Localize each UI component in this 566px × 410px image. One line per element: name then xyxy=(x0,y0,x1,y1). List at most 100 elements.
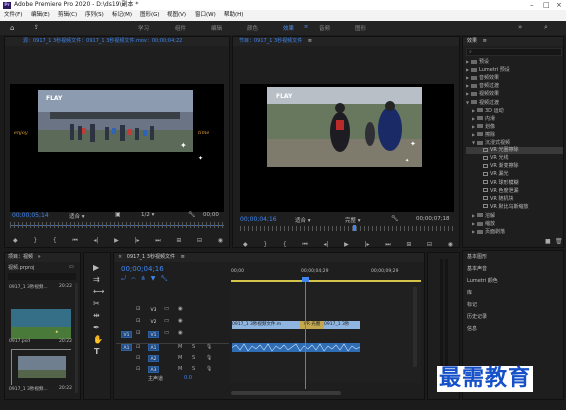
type-tool-icon[interactable]: T xyxy=(94,347,99,356)
timeline-horizontal-scrollbar[interactable] xyxy=(231,391,341,395)
eye-icon[interactable]: ◉ xyxy=(178,330,183,336)
mark-out-icon[interactable]: } xyxy=(263,241,267,249)
workspace-effects[interactable]: 效果 xyxy=(283,24,294,32)
mark-out-icon[interactable]: } xyxy=(33,237,37,245)
new-bin-icon[interactable]: ▭ xyxy=(69,264,74,270)
program-monitor-tab[interactable]: 节目：0917_1 3秒视频文件 ≡ xyxy=(233,37,459,46)
mute-icon[interactable]: M xyxy=(178,355,182,361)
effect-item[interactable]: VR 色度泄漏 xyxy=(466,188,563,195)
workspace-graphics[interactable]: 图形 xyxy=(355,24,366,32)
slip-tool-icon[interactable]: ⇹ xyxy=(93,311,100,320)
program-wrench-icon[interactable]: 🔧︎ xyxy=(391,215,399,222)
overflow-icon[interactable]: » xyxy=(518,23,522,31)
panel-info[interactable]: 信息 xyxy=(467,325,477,332)
step-back-icon[interactable]: ⏮ xyxy=(72,237,77,245)
effect-folder[interactable]: ▼ 沉浸式视频 xyxy=(466,139,563,146)
step-back-icon[interactable]: ⏮ xyxy=(302,241,307,249)
overwrite-icon[interactable]: ⊟ xyxy=(197,237,202,245)
effect-folder[interactable]: ▶ 3D 运动 xyxy=(466,107,563,114)
effect-item[interactable]: VR 漏光 xyxy=(466,171,563,178)
solo-icon[interactable]: S xyxy=(192,366,195,372)
workspace-learning[interactable]: 学习 xyxy=(138,24,149,32)
track-target-toggle[interactable]: A2 xyxy=(148,355,159,362)
panel-history[interactable]: 历史记录 xyxy=(467,313,487,320)
workspace-menu-icon[interactable]: ≡ xyxy=(304,24,308,30)
audio-clip[interactable] xyxy=(232,343,360,352)
sync-icon[interactable]: ▭ xyxy=(164,318,169,324)
new-bin-icon[interactable]: ■ xyxy=(545,238,551,245)
video-clip[interactable]: 0917_1 3秒视频文件.m xyxy=(232,321,300,329)
sync-icon[interactable]: ▭ xyxy=(164,330,169,336)
track-target-toggle[interactable]: A3 xyxy=(148,366,159,373)
project-item[interactable]: 0917_1 3秒视频... 20:22 xyxy=(9,284,72,293)
go-to-out-icon[interactable]: ⏭ xyxy=(155,237,160,245)
master-track-value[interactable]: 0.0 xyxy=(184,375,192,381)
effect-folder[interactable]: ▶ 擦除 xyxy=(466,131,563,138)
insert-icon[interactable]: ⊞ xyxy=(176,237,181,245)
workspace-audio[interactable]: 音频 xyxy=(319,24,330,32)
effect-folder[interactable]: ▶ 溶解 xyxy=(466,212,563,219)
step-forward-frame-icon[interactable]: |▸ xyxy=(134,237,139,245)
play-icon[interactable]: ▶ xyxy=(114,237,119,245)
source-settings-icon[interactable]: ▣ xyxy=(115,211,121,218)
source-timecode[interactable]: 00;00;05;14 xyxy=(12,212,49,219)
import-icon[interactable]: ⇪ xyxy=(34,24,39,31)
effect-folder[interactable]: ▶ 音频效果 xyxy=(466,74,563,81)
playhead[interactable] xyxy=(305,279,306,389)
panel-lumetri-color[interactable]: Lumetri 颜色 xyxy=(467,277,498,284)
panel-essential-sound[interactable]: 基本声音 xyxy=(467,265,487,272)
source-monitor-tab[interactable]: 源：0917_1 3秒视频文件：0917_1 3秒视频文件.mov：00;00;… xyxy=(5,37,229,46)
effect-folder[interactable]: ▶ 划像 xyxy=(466,123,563,130)
track-target-toggle[interactable]: V3 xyxy=(148,307,159,314)
effect-item[interactable]: VR 默比乌斯缩放 xyxy=(466,204,563,211)
mark-in-icon[interactable]: ◆ xyxy=(243,241,248,249)
minimize-button[interactable]: – xyxy=(530,0,534,10)
mic-icon[interactable]: 🎙︎ xyxy=(206,366,212,372)
delete-icon[interactable]: 🗑︎ xyxy=(555,238,563,245)
track-target-toggle[interactable]: V2 xyxy=(148,319,159,326)
effects-tab[interactable]: 效果 ≡ xyxy=(463,37,563,46)
workspace-color[interactable]: 颜色 xyxy=(247,24,258,32)
menu-marker[interactable]: 标记(M) xyxy=(112,10,132,21)
effect-folder[interactable]: ▼ 视频过渡 xyxy=(466,99,563,106)
play-icon[interactable]: ▶ xyxy=(344,241,349,249)
close-button[interactable]: × xyxy=(556,0,562,10)
solo-icon[interactable]: S xyxy=(192,344,195,350)
effects-search-input[interactable]: ⌕ xyxy=(466,48,562,56)
solo-icon[interactable]: S xyxy=(192,355,195,361)
effect-folder[interactable]: ▶ Lumetri 预设 xyxy=(466,66,563,73)
project-thumbnail[interactable] xyxy=(11,349,72,386)
menu-clip[interactable]: 剪辑(C) xyxy=(58,10,77,21)
hand-tool-icon[interactable]: ✋ xyxy=(93,335,103,344)
menu-sequence[interactable]: 序列(S) xyxy=(85,10,104,21)
project-item[interactable]: 0917_1 3秒视频... 20:22 xyxy=(9,386,72,395)
lift-icon[interactable]: ⊞ xyxy=(406,241,411,249)
export-frame-icon[interactable]: ◉ xyxy=(218,237,223,245)
home-icon[interactable]: ⌂ xyxy=(10,24,14,32)
source-time-ruler[interactable] xyxy=(10,222,224,228)
pen-tool-icon[interactable]: ✒ xyxy=(93,323,100,332)
eye-icon[interactable]: ◉ xyxy=(178,318,183,324)
extract-icon[interactable]: ⊟ xyxy=(427,241,432,249)
timeline-vertical-scrollbar[interactable] xyxy=(413,287,417,367)
effect-item[interactable]: VR 光线 xyxy=(466,155,563,162)
project-item[interactable]: 0917.psd 20:22 xyxy=(9,339,72,348)
go-to-in-icon[interactable]: { xyxy=(53,237,57,245)
timeline-tab[interactable]: × 0917_1 3秒视频文件 ≡ xyxy=(114,253,424,262)
program-quality-dropdown[interactable]: 完整 ▾ xyxy=(345,216,361,224)
lock-icon[interactable]: ⊡ xyxy=(136,366,140,372)
search-icon[interactable]: ⌕ xyxy=(544,23,548,32)
workspace-assembly[interactable]: 组件 xyxy=(175,24,186,32)
effect-folder[interactable]: ▶ 内滑 xyxy=(466,115,563,122)
program-fit-dropdown[interactable]: 适合 ▾ xyxy=(295,216,311,224)
panel-essential-graphics[interactable]: 基本图形 xyxy=(467,253,487,260)
panel-markers[interactable]: 标记 xyxy=(467,301,477,308)
track-lanes[interactable] xyxy=(231,283,421,383)
timeline-timecode[interactable]: 00;00;04;16 xyxy=(121,265,164,273)
source-patch-v1[interactable]: V1 xyxy=(121,331,132,338)
razor-tool-icon[interactable]: ✂ xyxy=(93,299,100,308)
track-select-tool-icon[interactable]: ⇉ xyxy=(93,275,100,284)
ripple-edit-tool-icon[interactable]: ⟷ xyxy=(93,287,104,296)
menu-help[interactable]: 帮助(H) xyxy=(224,10,243,21)
playhead-handle[interactable] xyxy=(302,277,309,282)
